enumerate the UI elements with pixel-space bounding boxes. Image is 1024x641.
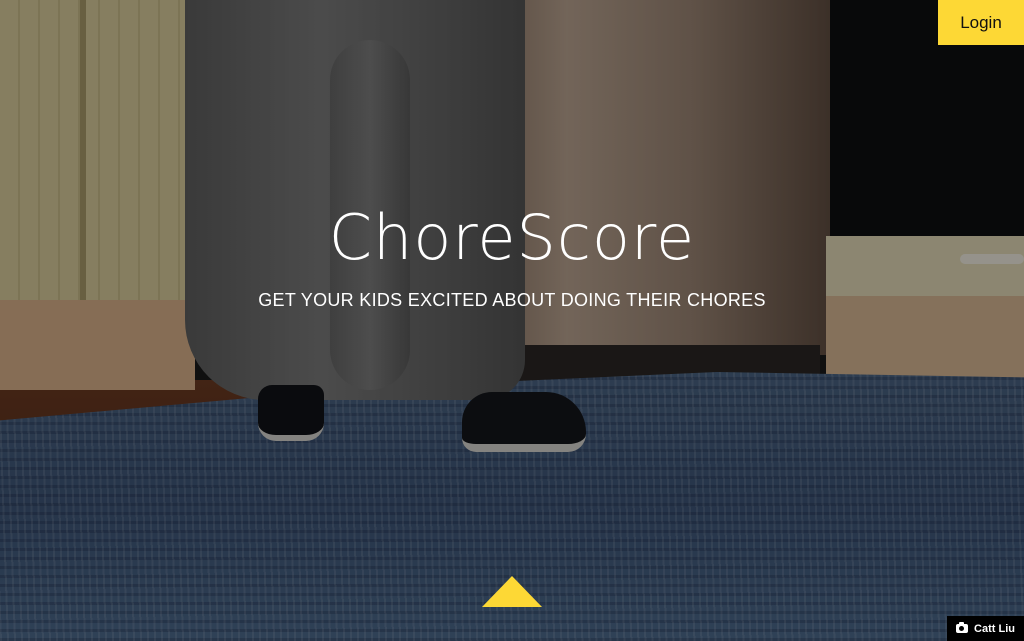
- photo-credit-author: Catt Liu: [974, 622, 1015, 635]
- site-title: ChoreScore: [328, 201, 696, 274]
- camera-icon: [956, 622, 969, 633]
- photo-credit-link[interactable]: Catt Liu: [947, 616, 1024, 641]
- login-button[interactable]: Login: [938, 0, 1024, 45]
- site-tagline: GET YOUR KIDS EXCITED ABOUT DOING THEIR …: [258, 290, 766, 310]
- background-photo: [0, 0, 1024, 641]
- background-overlay: [0, 0, 1024, 641]
- brand-block: ChoreScore GET YOUR KIDS EXCITED ABOUT D…: [0, 196, 1024, 311]
- hero-section: Login ChoreScore GET YOUR KIDS EXCITED A…: [0, 0, 1024, 641]
- triangle-up-icon[interactable]: [482, 576, 542, 607]
